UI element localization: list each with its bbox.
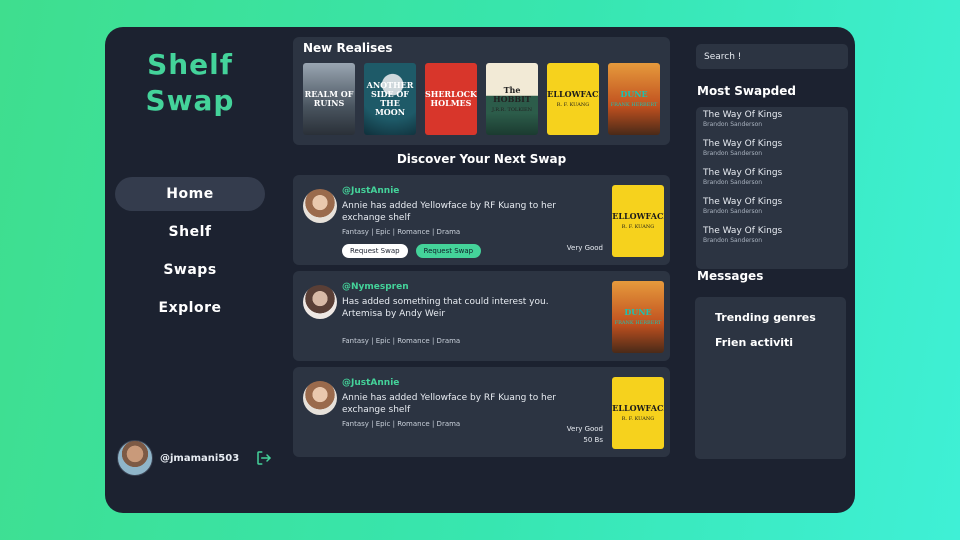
feed-book-cover[interactable]: YELLOWFACE R. F. KUANG: [612, 185, 664, 257]
feed-username[interactable]: @JustAnnie: [342, 186, 399, 196]
book-cover[interactable]: YELLOWFACE R. F. KUANG: [547, 63, 599, 135]
request-swap-button[interactable]: Request Swap: [415, 244, 482, 258]
most-swapped-item[interactable]: The Way Of Kings Brandon Sanderson: [703, 110, 841, 139]
nav-item-home[interactable]: Home: [115, 177, 265, 211]
messages-item[interactable]: Trending genres: [715, 311, 826, 324]
nav-item-explore[interactable]: Explore: [115, 291, 265, 325]
book-cover-author: FRANK HERBERT: [610, 102, 658, 108]
discover-feed: @JustAnnie Annie has added Yellowface by…: [293, 175, 670, 463]
user-avatar[interactable]: [117, 440, 153, 476]
logo-line-2: Swap: [145, 84, 235, 117]
book-cover-title: DUNE: [624, 307, 652, 317]
feed-price: 50 Bs: [583, 436, 603, 444]
book-cover[interactable]: SHERLOCK HOLMES: [425, 63, 477, 135]
feed-avatar[interactable]: [303, 381, 337, 415]
feed-card: @JustAnnie Annie has added Yellowface by…: [293, 367, 670, 457]
book-cover-author: R. F. KUANG: [621, 224, 655, 230]
app-window: Shelf Swap Home Shelf Swaps Explore @jma…: [105, 27, 855, 513]
book-cover-author: R. F. KUANG: [556, 102, 590, 108]
user-profile: @jmamani503: [117, 440, 273, 476]
most-swapped-item[interactable]: The Way Of Kings Brandon Sanderson: [703, 197, 841, 226]
book-cover-title: YELLOWFACE: [547, 89, 599, 99]
messages-panel: Trending genres Frien activiti: [695, 297, 846, 459]
messages-item[interactable]: Frien activiti: [715, 336, 826, 349]
messages-title: Messages: [697, 269, 764, 283]
book-cover[interactable]: DUNE FRANK HERBERT: [608, 63, 660, 135]
new-releases-title: New Realises: [303, 41, 393, 55]
book-cover[interactable]: ANOTHER SIDE OF THE MOON: [364, 63, 416, 135]
book-cover-title: YELLOWFACE: [612, 211, 664, 221]
feed-condition: Very Good: [566, 244, 603, 252]
most-swapped-title: Most Swapded: [697, 84, 796, 98]
feed-card: @Nymespren Has added something that coul…: [293, 271, 670, 361]
nav-item-swaps[interactable]: Swaps: [115, 253, 265, 287]
book-cover-title: SHERLOCK HOLMES: [425, 89, 477, 108]
request-swap-button[interactable]: Request Swap: [342, 244, 408, 258]
most-swapped-item[interactable]: The Way Of Kings Brandon Sanderson: [703, 226, 841, 255]
most-swapped-author: Brandon Sanderson: [703, 208, 763, 215]
most-swapped-author: Brandon Sanderson: [703, 121, 763, 128]
feed-text: Has added something that could interest …: [342, 297, 549, 319]
feed-book-cover[interactable]: DUNE FRANK HERBERT: [612, 281, 664, 353]
feed-avatar[interactable]: [303, 285, 337, 319]
feed-username[interactable]: @JustAnnie: [342, 378, 399, 388]
feed-text: Annie has added Yellowface by RF Kuang t…: [342, 201, 557, 223]
book-cover-author: R. F. KUANG: [621, 416, 655, 422]
username[interactable]: @jmamani503: [160, 453, 239, 464]
feed-book-cover[interactable]: YELLOWFACE R. F. KUANG: [612, 377, 664, 449]
feed-tags: Fantasy | Epic | Romance | Drama: [342, 337, 461, 345]
most-swapped-book-title: The Way Of Kings: [703, 168, 783, 178]
feed-text: Annie has added Yellowface by RF Kuang t…: [342, 393, 557, 415]
book-cover-title: The HOBBIT: [493, 84, 531, 104]
most-swapped-book-title: The Way Of Kings: [703, 139, 783, 149]
most-swapped-author: Brandon Sanderson: [703, 237, 763, 244]
sidebar-nav: Home Shelf Swaps Explore: [115, 177, 265, 329]
feed-username[interactable]: @Nymespren: [342, 282, 409, 292]
feed-avatar[interactable]: [303, 189, 337, 223]
most-swapped-author: Brandon Sanderson: [703, 150, 763, 157]
most-swapped-book-title: The Way Of Kings: [703, 197, 783, 207]
logo-line-1: Shelf: [147, 48, 233, 81]
most-swapped-author: Brandon Sanderson: [703, 179, 763, 186]
book-cover-title: REALM OF RUINS: [304, 89, 354, 108]
most-swapped-item[interactable]: The Way Of Kings Brandon Sanderson: [703, 168, 841, 197]
book-cover-author: FRANK HERBERT: [614, 320, 662, 326]
book-cover[interactable]: REALM OF RUINS: [303, 63, 355, 135]
feed-condition-price: Very Good 50 Bs: [567, 424, 603, 446]
logout-icon[interactable]: [255, 449, 273, 467]
book-cover-title: DUNE: [620, 89, 648, 99]
book-cover[interactable]: The HOBBIT J.R.R. TOLKIEN: [486, 63, 538, 135]
app-logo[interactable]: Shelf Swap: [137, 47, 243, 119]
feed-tags: Fantasy | Epic | Romance | Drama: [342, 228, 461, 236]
feed-tags: Fantasy | Epic | Romance | Drama: [342, 420, 461, 428]
book-cover-title: YELLOWFACE: [612, 403, 664, 413]
search-input[interactable]: [696, 44, 848, 69]
feed-actions: Request Swap Request Swap: [342, 244, 482, 258]
new-releases-list: REALM OF RUINS ANOTHER SIDE OF THE MOON …: [303, 63, 660, 135]
feed-card: @JustAnnie Annie has added Yellowface by…: [293, 175, 670, 265]
book-cover-title: ANOTHER SIDE OF THE MOON: [366, 80, 414, 117]
new-releases-panel: New Realises REALM OF RUINS ANOTHER SIDE…: [293, 37, 670, 145]
discover-title: Discover Your Next Swap: [396, 152, 567, 166]
most-swapped-book-title: The Way Of Kings: [703, 226, 783, 236]
book-cover-author: J.R.R. TOLKIEN: [492, 106, 532, 113]
most-swapped-list: The Way Of Kings Brandon Sanderson The W…: [696, 107, 848, 269]
nav-item-shelf[interactable]: Shelf: [115, 215, 265, 249]
most-swapped-book-title: The Way Of Kings: [703, 110, 783, 120]
most-swapped-item[interactable]: The Way Of Kings Brandon Sanderson: [703, 139, 841, 168]
feed-condition: Very Good: [566, 425, 603, 433]
